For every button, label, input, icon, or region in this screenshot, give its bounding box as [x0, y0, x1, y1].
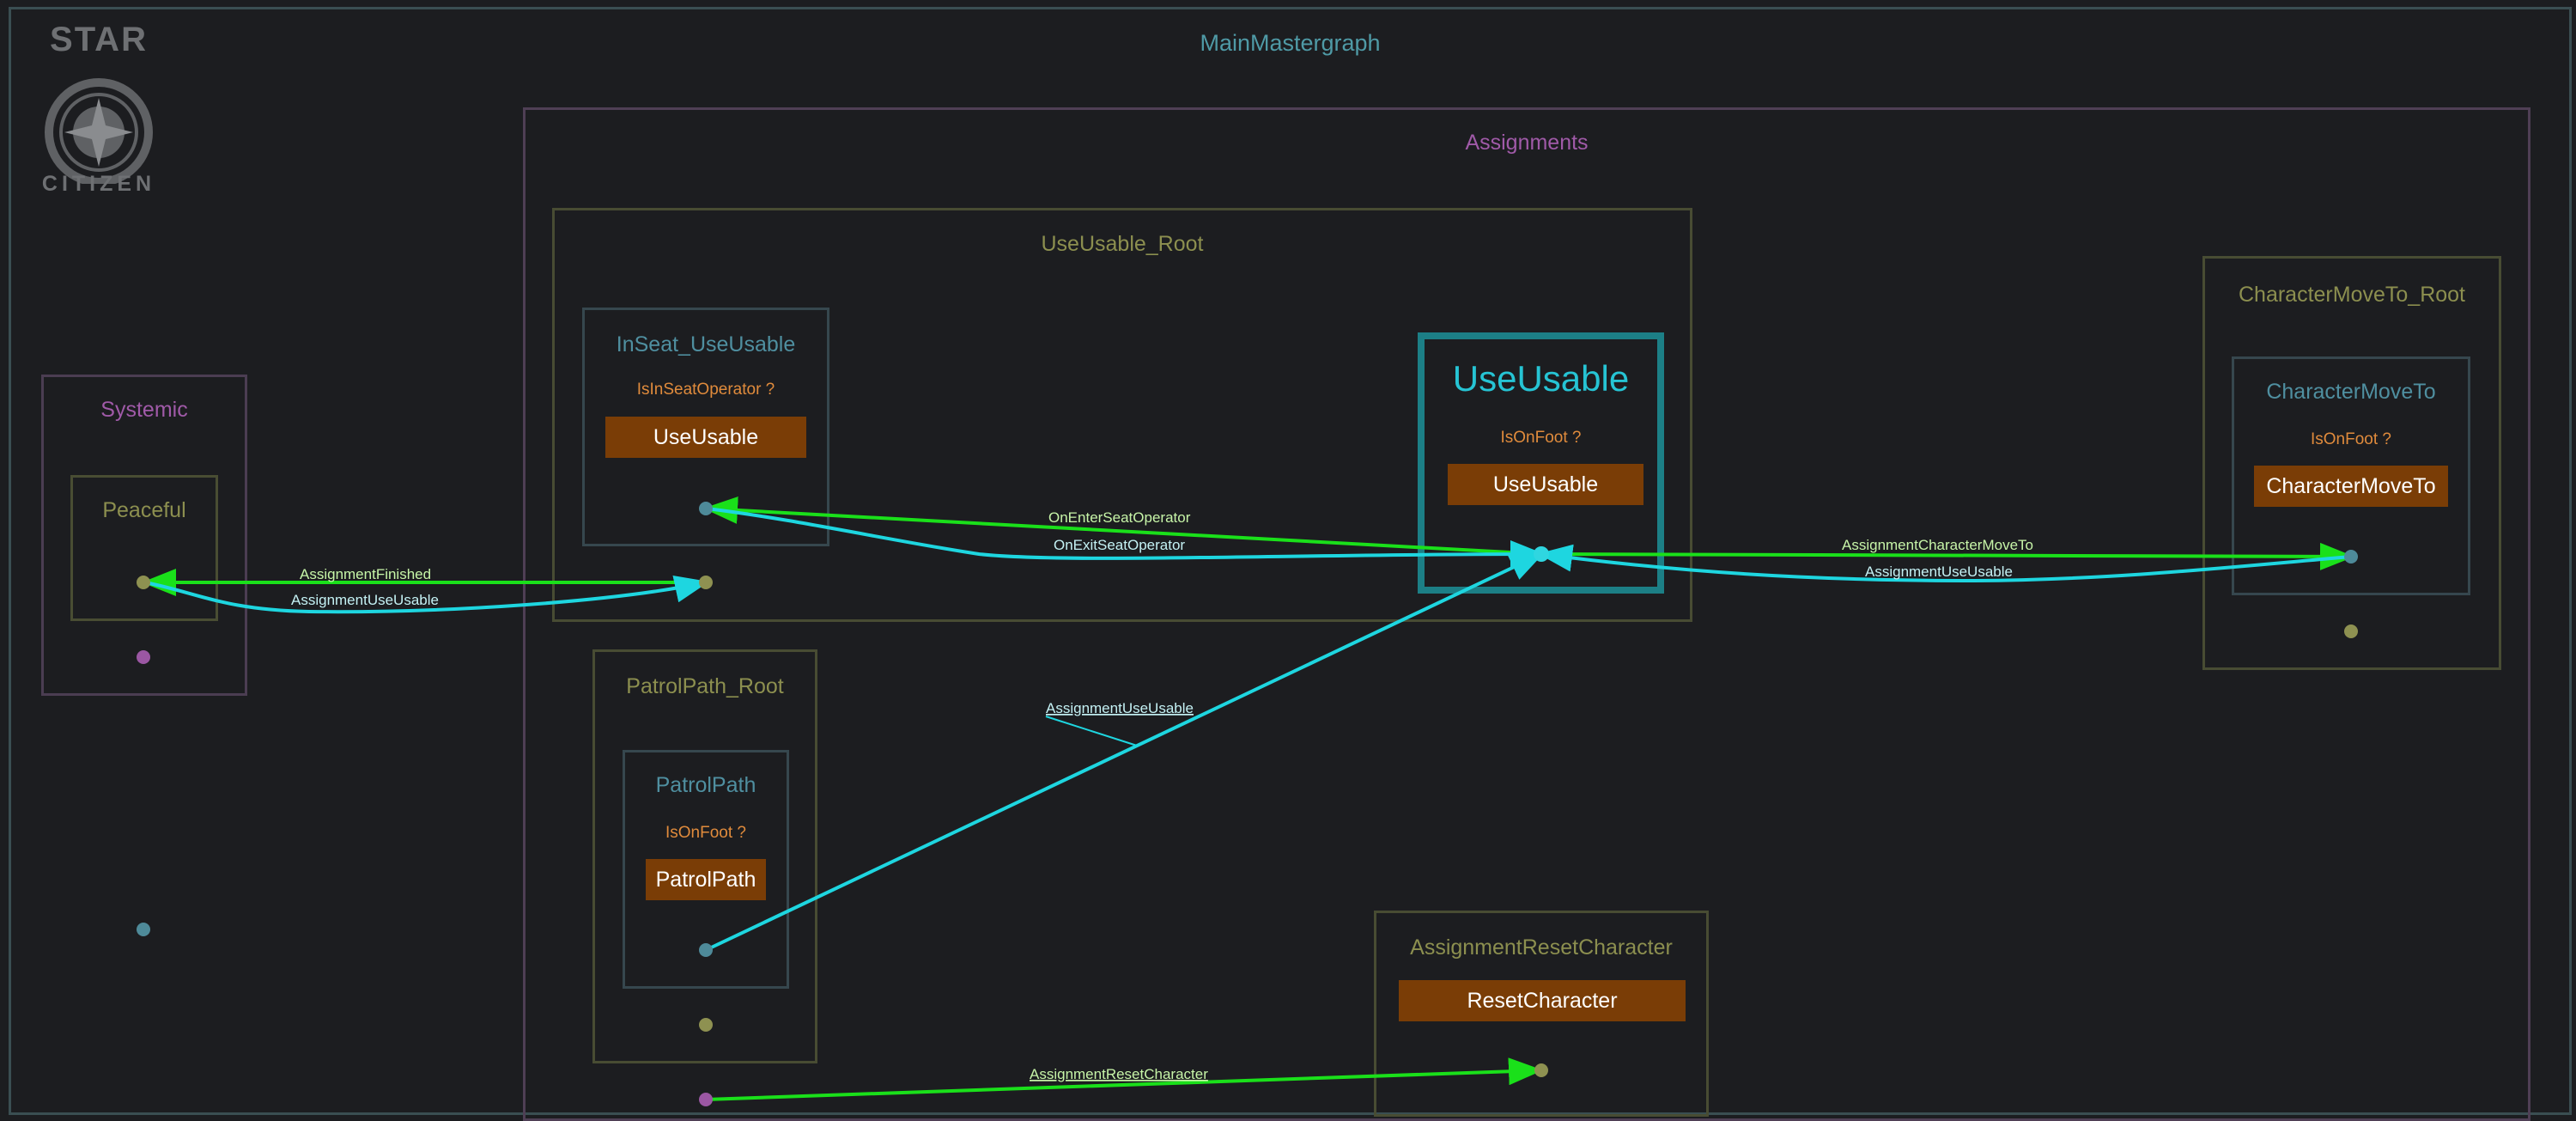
label-on-enter-seat: OnEnterSeatOperator — [1048, 509, 1191, 526]
edge-patrol-label-leader — [1045, 716, 1138, 746]
label-assignment-reset: AssignmentResetCharacter — [1030, 1066, 1208, 1082]
charmove-root-port[interactable] — [2344, 624, 2358, 638]
label-assignment-useusable-left: AssignmentUseUsable — [291, 592, 439, 608]
label-assignment-useusable-patrol: AssignmentUseUsable — [1046, 700, 1194, 716]
reset-port[interactable] — [1534, 1063, 1548, 1077]
inseat-port[interactable] — [699, 502, 713, 515]
label-assignment-useusable-right: AssignmentUseUsable — [1865, 564, 2013, 580]
systemic-port[interactable] — [137, 650, 150, 664]
charmove-port[interactable] — [2344, 550, 2358, 564]
edge-assignment-charmove[interactable] — [1540, 542, 2354, 570]
patrol-root-port[interactable] — [699, 1018, 713, 1032]
label-assignment-charmove: AssignmentCharacterMoveTo — [1842, 537, 2033, 553]
useusable-root-port[interactable] — [699, 576, 713, 589]
edge-assignment-useusable-patrol[interactable] — [705, 552, 1545, 952]
left-free-port[interactable] — [137, 923, 150, 936]
label-on-exit-seat: OnExitSeatOperator — [1054, 537, 1185, 553]
label-assignment-finished: AssignmentFinished — [300, 566, 431, 582]
peaceful-out-port[interactable] — [137, 576, 150, 589]
patrol-port[interactable] — [699, 943, 713, 957]
useusable-port[interactable] — [1534, 546, 1549, 562]
edges-layer: AssignmentFinished AssignmentUseUsable O… — [137, 496, 2358, 1106]
